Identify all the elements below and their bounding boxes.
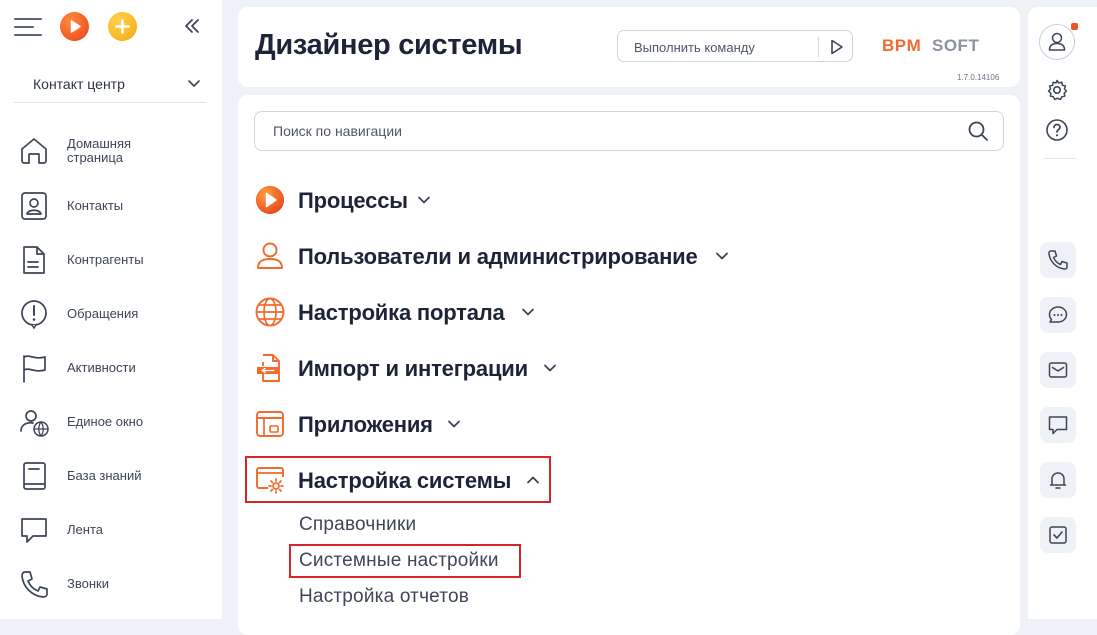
sidebar-item-contacts[interactable]: Контакты [0, 182, 222, 228]
command-field[interactable]: Выполнить команду [617, 30, 853, 62]
notifications-panel-button[interactable] [1040, 462, 1076, 498]
version-label: 1.7.0.14106 [957, 73, 1000, 82]
sidebar-item-cases[interactable]: Обращения [0, 290, 222, 336]
document-icon [23, 246, 45, 274]
chat-bubble-icon [1048, 416, 1068, 435]
collapse-sidebar-icon[interactable] [180, 14, 204, 38]
right-toolbar [1028, 7, 1097, 619]
subitem-report-setup[interactable]: Настройка отчетов [299, 586, 469, 608]
sidebar-item-single-window[interactable]: Единое окно [0, 398, 222, 444]
user-icon [257, 242, 283, 269]
chevron-down-icon [716, 252, 728, 260]
section-import-integrations[interactable]: Импорт и интеграции [254, 349, 564, 385]
chevron-down-icon [418, 196, 430, 204]
phone-icon [21, 571, 48, 598]
svg-text:BPM: BPM [882, 36, 921, 55]
chat-bubble-icon [21, 518, 47, 543]
email-panel-button[interactable] [1040, 352, 1076, 388]
sidebar-item-label: Звонки [67, 576, 109, 591]
section-label: Процессы [298, 188, 408, 213]
globe-icon [255, 297, 285, 327]
chevron-up-icon [527, 476, 539, 484]
mail-icon [1048, 362, 1068, 378]
menu-icon[interactable] [14, 15, 42, 39]
navigation-search [254, 111, 1004, 151]
play-icon [70, 20, 81, 33]
run-process-button[interactable] [60, 12, 89, 41]
contact-card-icon [21, 192, 47, 220]
import-file-icon [257, 354, 280, 382]
process-play-icon [256, 186, 284, 214]
search-icon[interactable] [967, 120, 989, 142]
system-settings-icon [256, 467, 284, 494]
user-globe-icon [20, 410, 49, 437]
sidebar-item-label: Домашняя страница [67, 136, 132, 165]
sidebar-item-label: Единое окно [67, 414, 144, 429]
workspace-label: Контакт центр [33, 76, 125, 92]
section-applications[interactable]: Приложения [254, 405, 474, 441]
add-button[interactable] [108, 12, 137, 41]
gear-icon[interactable] [1045, 78, 1069, 102]
plus-icon [115, 19, 130, 34]
help-icon[interactable] [1045, 118, 1069, 142]
book-icon [23, 462, 46, 490]
sidebar-item-accounts[interactable]: Контрагенты [0, 236, 222, 282]
user-profile-icon [1048, 32, 1066, 51]
notification-badge [1071, 23, 1078, 30]
divider [1044, 158, 1076, 159]
section-label: Импорт и интеграции [298, 356, 528, 381]
app-window-icon [256, 411, 284, 437]
checkbox-icon [1049, 526, 1067, 544]
tasks-panel-button[interactable] [1040, 517, 1076, 553]
sidebar-item-label: Контакты [67, 198, 124, 213]
sidebar-item-calls[interactable]: Звонки [0, 560, 222, 606]
feed-panel-button[interactable] [1040, 407, 1076, 443]
sidebar-top [14, 12, 214, 44]
workspace-select[interactable]: Контакт центр [14, 64, 206, 103]
divider [818, 37, 819, 57]
sidebar-item-label: Активности [67, 360, 136, 375]
sidebar-item-home[interactable]: Домашняя страница [0, 126, 222, 172]
sidebar-item-activities[interactable]: Активности [0, 344, 222, 390]
subitem-system-settings[interactable]: Системные настройки [299, 550, 499, 572]
chevron-down-icon [544, 364, 556, 372]
section-processes[interactable]: Процессы [254, 181, 454, 217]
flag-icon [23, 355, 46, 383]
sidebar-item-label: База знаний [67, 468, 142, 483]
sidebar-item-label: Лента [67, 522, 103, 537]
alert-circle-icon [21, 300, 47, 330]
run-command-icon[interactable] [825, 36, 847, 58]
page-title: Дизайнер системы [255, 29, 523, 61]
section-users-administration[interactable]: Пользователи и администрирование [254, 237, 734, 273]
chat-panel-button[interactable] [1040, 297, 1076, 333]
section-label: Пользователи и администрирование [298, 244, 698, 269]
sidebar-item-label: Обращения [67, 306, 139, 321]
avatar[interactable] [1039, 24, 1075, 60]
omnichannel-chat-icon [1048, 306, 1068, 323]
sidebar-item-knowledge-base[interactable]: База знаний [0, 452, 222, 498]
chevron-down-icon [522, 308, 534, 316]
calls-panel-button[interactable] [1040, 242, 1076, 278]
chevron-down-icon [188, 80, 200, 87]
section-label: Настройка системы [298, 468, 512, 493]
bpmsoft-logo: BPM SOFT [882, 36, 979, 55]
home-icon [21, 138, 47, 164]
subitem-lookups[interactable]: Справочники [299, 514, 416, 536]
bell-icon [1049, 472, 1067, 489]
phone-icon [1048, 250, 1068, 270]
header-card: Дизайнер системы Выполнить команду BPM S… [238, 7, 1020, 87]
section-portal-settings[interactable]: Настройка портала [254, 293, 544, 329]
svg-text:SOFT: SOFT [932, 36, 979, 55]
section-label: Приложения [298, 412, 433, 437]
sidebar-item-feed[interactable]: Лента [0, 506, 222, 552]
chevron-down-icon [448, 420, 460, 428]
search-input[interactable] [271, 122, 935, 140]
navigation-card: Процессы Пользователи и администрировани… [238, 95, 1020, 635]
left-sidebar: Контакт центр Домашняя страница Контакты… [0, 0, 222, 619]
command-placeholder: Выполнить команду [634, 40, 755, 55]
section-system-settings[interactable]: Настройка системы [254, 461, 544, 497]
section-label: Настройка портала [298, 300, 505, 325]
sidebar-item-label: Контрагенты [67, 252, 144, 267]
